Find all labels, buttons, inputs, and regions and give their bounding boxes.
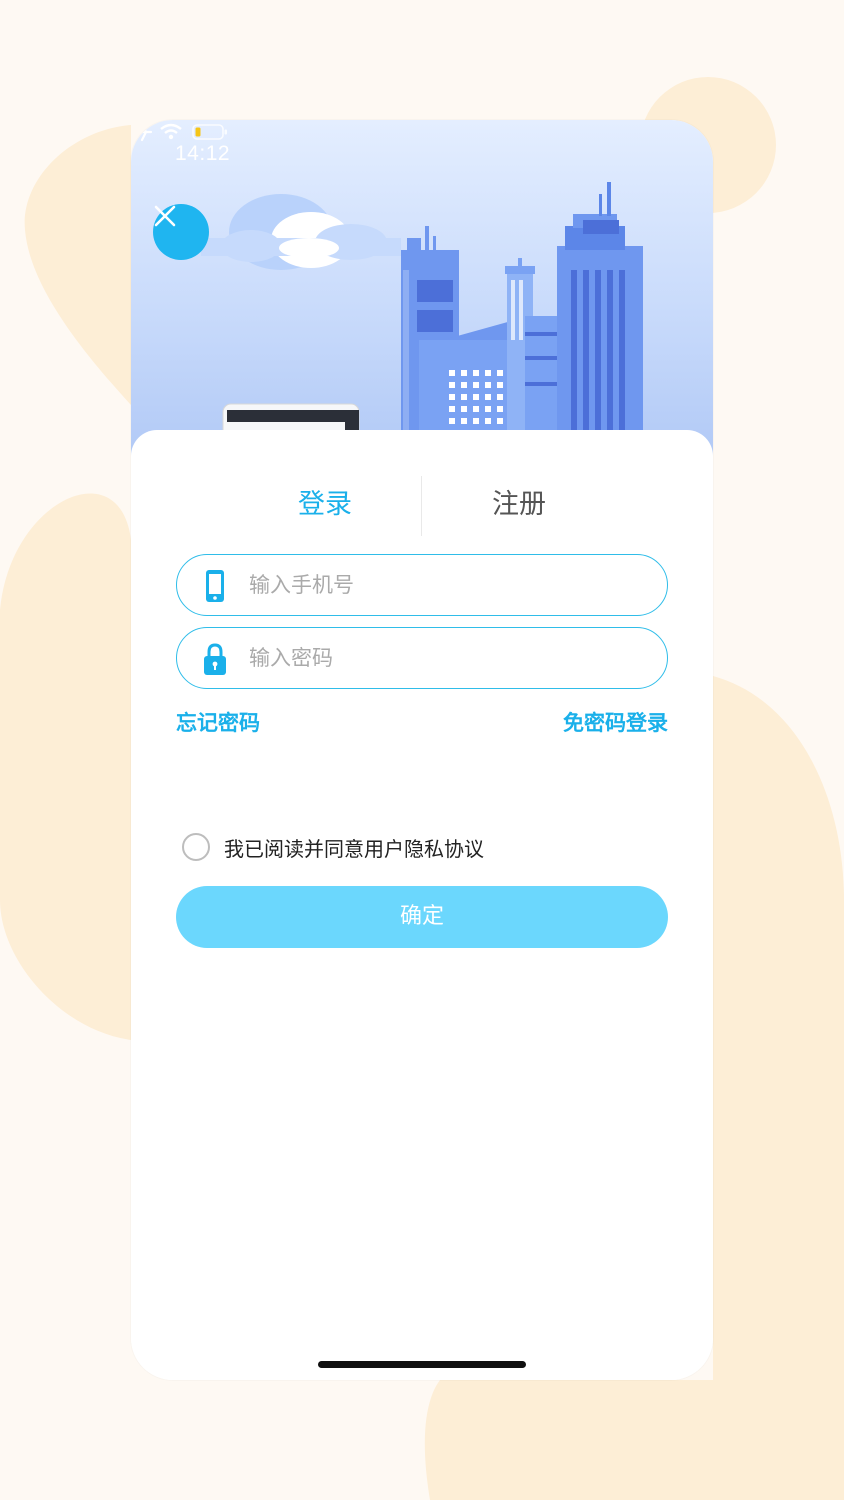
auth-tabs: 登录 注册 <box>131 474 713 536</box>
password-input[interactable] <box>249 638 639 678</box>
status-time: 14:12 <box>175 142 231 165</box>
tab-divider <box>421 476 422 536</box>
phone-field[interactable] <box>176 554 668 616</box>
phone-screen: 14:12 登录 注册 输入手机号 忘记密码 免密码登录 我已阅读并同意用户隐私… <box>131 120 713 1380</box>
login-card: 登录 注册 忘记密码 免密码登录 我已阅读并同意用户隐 <box>131 430 713 1380</box>
forgot-password-link[interactable]: 忘记密码 <box>176 707 260 737</box>
battery-icon <box>192 124 227 140</box>
wifi-icon <box>160 123 182 140</box>
agreement-radio[interactable] <box>182 833 210 861</box>
hero-illustration: 14:12 <box>131 120 713 460</box>
passwordless-login-link[interactable]: 免密码登录 <box>563 707 668 737</box>
home-indicator <box>318 1361 526 1368</box>
agreement-text[interactable]: 我已阅读并同意用户隐私协议 <box>224 833 484 862</box>
password-field[interactable] <box>176 627 668 689</box>
tab-register[interactable]: 注册 <box>449 474 589 536</box>
lock-icon <box>204 643 226 675</box>
phone-icon <box>206 570 224 602</box>
status-icons <box>131 122 227 142</box>
close-button[interactable] <box>153 204 209 260</box>
confirm-button[interactable]: 确定 <box>176 886 668 948</box>
tab-login[interactable]: 登录 <box>255 474 395 536</box>
close-icon <box>154 205 176 227</box>
phone-input[interactable] <box>249 565 639 605</box>
agreement-row: 我已阅读并同意用户隐私协议 <box>182 832 484 862</box>
airplane-icon <box>131 122 153 142</box>
